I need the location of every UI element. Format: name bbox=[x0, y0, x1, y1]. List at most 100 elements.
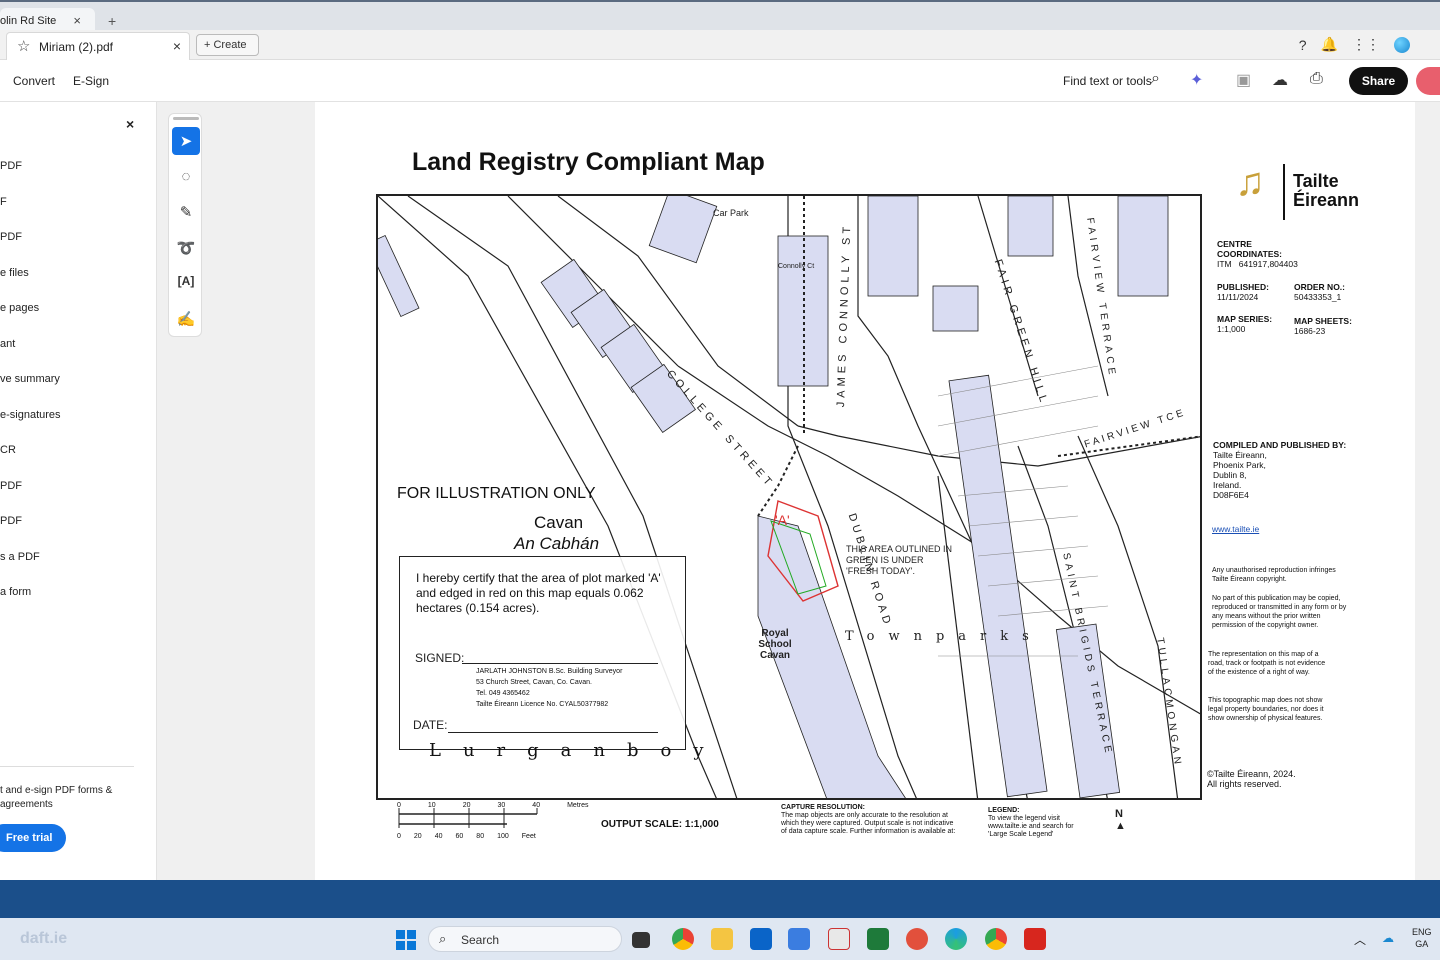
apps-grid-icon[interactable]: ⋮⋮ bbox=[1352, 36, 1380, 53]
language-indicator[interactable]: ENG GA bbox=[1412, 926, 1432, 950]
avatar[interactable] bbox=[1394, 36, 1410, 53]
draw-tool-icon[interactable]: ➰ bbox=[172, 234, 200, 262]
compiled-line: Tailte Éireann, bbox=[1213, 450, 1267, 460]
create-label: Create bbox=[213, 39, 247, 51]
outlook-icon[interactable] bbox=[750, 928, 772, 950]
windows-start-icon[interactable] bbox=[396, 930, 416, 950]
acrobat-icon[interactable] bbox=[1024, 928, 1046, 950]
tool-item[interactable]: e pages bbox=[0, 302, 39, 314]
document-tab[interactable]: ☆ Miriam (2).pdf × bbox=[6, 32, 190, 60]
new-tab-button[interactable]: + bbox=[108, 13, 116, 29]
text-box-icon[interactable]: [A] bbox=[172, 269, 200, 297]
series-value: 1:1,000 bbox=[1217, 324, 1246, 334]
tool-item[interactable]: PDF bbox=[0, 480, 22, 492]
taskbar-search[interactable]: ⌕ Search bbox=[428, 926, 622, 952]
topographic-note: This topographic map does not show legal… bbox=[1208, 697, 1324, 722]
snipping-tool-icon[interactable] bbox=[828, 928, 850, 950]
tool-item[interactable]: CR bbox=[0, 444, 16, 456]
create-button[interactable]: + Create bbox=[196, 34, 259, 56]
star-icon[interactable]: ☆ bbox=[17, 37, 30, 55]
help-icon[interactable]: ? bbox=[1299, 37, 1307, 53]
scale-tick: 40 bbox=[434, 833, 443, 840]
share-button[interactable]: Share bbox=[1349, 67, 1408, 95]
townparks-label: Townparks bbox=[845, 629, 1043, 644]
print-icon[interactable]: ⎙ bbox=[1310, 70, 1323, 88]
menu-convert[interactable]: Convert bbox=[13, 74, 55, 88]
close-tab-icon[interactable]: × bbox=[73, 13, 81, 28]
scale-tick: 60 bbox=[455, 833, 464, 840]
tool-rail: ➤ ◌ ✎ ➰ [A] ✍ bbox=[168, 113, 202, 337]
scale-tick: 80 bbox=[476, 833, 485, 840]
certification-text: I hereby certify that the area of plot m… bbox=[416, 571, 661, 615]
map-series: MAP SERIES: 1:1,000 bbox=[1217, 314, 1287, 334]
upload-cloud-icon[interactable]: ☁ bbox=[1272, 70, 1288, 90]
order-value: 50433353_1 bbox=[1294, 292, 1342, 302]
tool-item[interactable]: ve summary bbox=[0, 373, 60, 385]
tool-item[interactable]: a form bbox=[0, 586, 31, 598]
itm-value: 641917,804403 bbox=[1238, 259, 1298, 269]
excel-icon[interactable] bbox=[867, 928, 889, 950]
compiled-line: Phoenix Park, bbox=[1213, 460, 1266, 470]
file-explorer-icon[interactable] bbox=[711, 928, 733, 950]
edge-icon[interactable] bbox=[945, 928, 967, 950]
tool-item[interactable]: e files bbox=[0, 267, 29, 279]
free-trial-button[interactable]: Free trial bbox=[0, 824, 66, 852]
scale-feet-ticks: 0 20 40 60 80 100 Feet bbox=[397, 833, 536, 841]
scale-tick: 30 bbox=[497, 802, 506, 809]
sign-tool-icon[interactable]: ✍ bbox=[172, 305, 200, 333]
onedrive-icon[interactable]: ☁ bbox=[1382, 931, 1394, 945]
search-icon[interactable]: ⌕ bbox=[1151, 70, 1160, 88]
find-text-or-tools[interactable]: Find text or tools bbox=[1063, 74, 1152, 88]
app-icon[interactable] bbox=[788, 928, 810, 950]
surveyor-line: Tailte Éireann Licence No. CYAL50377982 bbox=[476, 701, 609, 708]
scale-tick: 20 bbox=[413, 833, 422, 840]
save-icon[interactable]: ▣ bbox=[1236, 70, 1251, 90]
rail-grip[interactable] bbox=[173, 117, 199, 120]
surveyor-line: Tel. 049 4365462 bbox=[476, 690, 530, 697]
tool-item[interactable]: ant bbox=[0, 338, 15, 350]
chrome-profile-icon[interactable] bbox=[985, 928, 1007, 950]
scale-metre-ticks: 0 10 20 30 40 Metres bbox=[397, 802, 589, 810]
copyright-line: ©Tailte Éireann, 2024. bbox=[1207, 769, 1296, 779]
tool-item[interactable]: F bbox=[0, 196, 7, 208]
surveyor-line: JARLATH JOHNSTON B.Sc. Building Surveyor bbox=[476, 668, 623, 675]
comment-tool-icon[interactable]: ◌ bbox=[172, 163, 200, 191]
published: PUBLISHED: 11/11/2024 bbox=[1217, 282, 1287, 302]
menu-esign[interactable]: E-Sign bbox=[73, 74, 109, 88]
tool-item[interactable]: s a PDF bbox=[0, 551, 40, 563]
tool-item[interactable]: PDF bbox=[0, 231, 22, 243]
chevron-up-icon[interactable]: ︿ bbox=[1354, 931, 1366, 948]
office-icon[interactable] bbox=[906, 928, 928, 950]
taskbar: daft.ie ⌕ Search ︿ ☁ ENG GA bbox=[0, 918, 1440, 960]
promo-text: t and e-sign PDF forms & agreements bbox=[0, 785, 113, 810]
capture-title: CAPTURE RESOLUTION: bbox=[781, 804, 865, 811]
illustration-only-label: FOR ILLUSTRATION ONLY bbox=[397, 485, 596, 502]
compiled-by: COMPILED AND PUBLISHED BY: Tailte Éirean… bbox=[1213, 440, 1373, 500]
website-link[interactable]: www.tailte.ie bbox=[1212, 524, 1259, 534]
close-document-icon[interactable]: × bbox=[173, 38, 181, 54]
divider bbox=[0, 766, 134, 767]
watermark: daft.ie bbox=[20, 930, 68, 947]
plot-label: 'A' bbox=[775, 512, 790, 528]
capture-text: The map objects are only accurate to the… bbox=[781, 812, 956, 835]
highlight-pen-icon[interactable]: ✎ bbox=[172, 198, 200, 226]
browser-tab[interactable]: olin Rd Site × bbox=[0, 8, 95, 32]
scale-tick: 100 bbox=[497, 833, 509, 840]
tool-item[interactable]: PDF bbox=[0, 160, 22, 172]
notifications-icon[interactable]: 🔔 bbox=[1321, 36, 1338, 53]
select-tool-icon[interactable]: ➤ bbox=[172, 127, 200, 155]
close-panel-icon[interactable]: × bbox=[126, 116, 134, 132]
task-view-icon[interactable] bbox=[632, 932, 650, 948]
compiled-line: Dublin 8, bbox=[1213, 470, 1247, 480]
tool-item[interactable]: e-signatures bbox=[0, 409, 61, 421]
north-label: N bbox=[1115, 808, 1123, 820]
desktop-strip bbox=[0, 880, 1440, 918]
chrome-icon[interactable] bbox=[672, 928, 694, 950]
surveyor-line: 53 Church Street, Cavan, Co. Cavan. bbox=[476, 679, 592, 686]
compiled-line: Ireland. bbox=[1213, 480, 1242, 490]
comment-button[interactable] bbox=[1416, 67, 1440, 95]
language-primary: ENG bbox=[1412, 927, 1432, 937]
ai-assistant-icon[interactable]: ✦ bbox=[1190, 70, 1203, 90]
tool-item[interactable]: PDF bbox=[0, 515, 22, 527]
order-label: ORDER NO.: bbox=[1294, 282, 1345, 292]
